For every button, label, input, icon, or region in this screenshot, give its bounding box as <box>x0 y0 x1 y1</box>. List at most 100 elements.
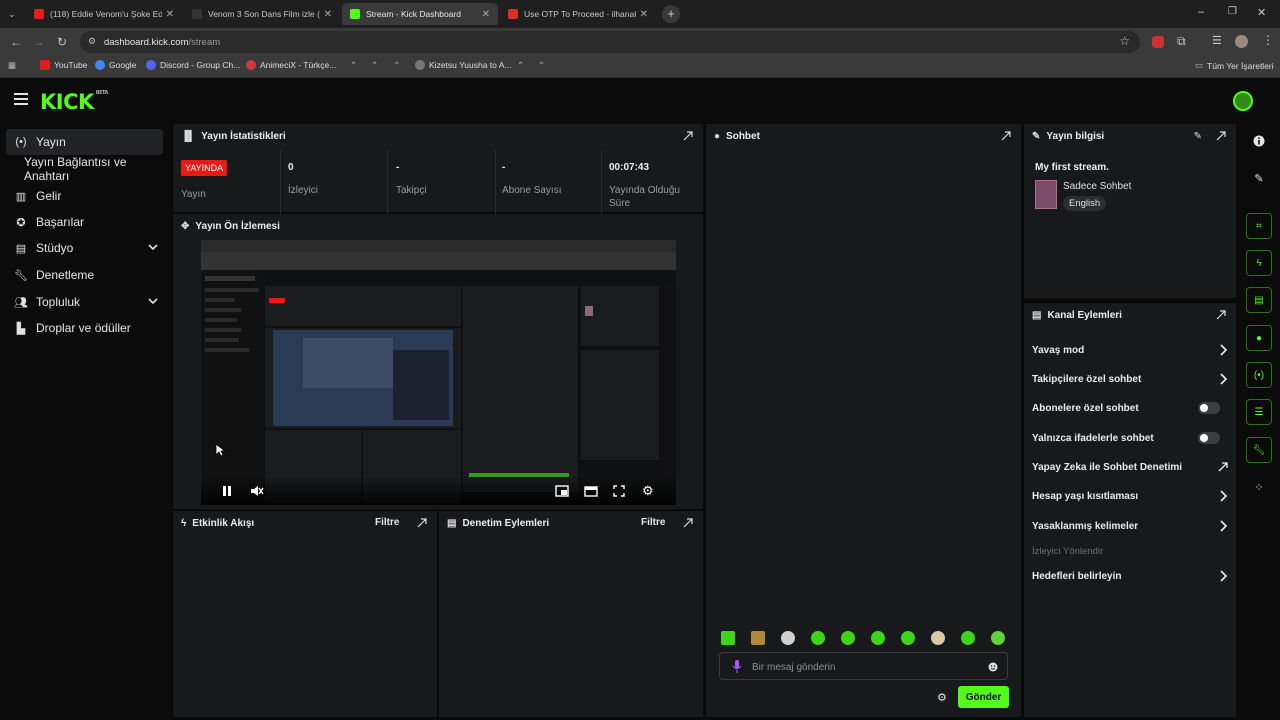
bookmark-site-icon[interactable]: ⌃ <box>538 60 545 71</box>
emote-only-toggle[interactable] <box>1198 432 1220 444</box>
apps-grid-icon[interactable]: ▦ <box>8 60 16 71</box>
panel-header: ✎ Yayın bilgisi <box>1032 130 1105 142</box>
emote-icon[interactable] <box>781 631 795 645</box>
close-tab-icon[interactable]: ✕ <box>324 9 332 20</box>
sidebar-item-yayin[interactable]: (•) Yayın <box>6 129 163 155</box>
sidebar-item-denetleme[interactable]: 🔧︎ Denetleme <box>6 262 163 288</box>
emote-icon[interactable] <box>871 631 885 645</box>
sidebar-item-basarilar[interactable]: ✪ Başarılar <box>6 209 163 235</box>
stream-preview-video[interactable]: ⚙ <box>201 240 676 505</box>
rail-wrench-icon[interactable]: 🔧︎ <box>1246 437 1272 463</box>
expand-icon[interactable] <box>1001 131 1011 141</box>
sidebar-item-stream-key[interactable]: Yayın Bağlantısı ve Anahtarı <box>6 155 163 183</box>
emote-icon[interactable] <box>901 631 915 645</box>
chat-message-input[interactable] <box>752 659 972 675</box>
edit-pencil-icon[interactable]: ✎ <box>1194 131 1202 142</box>
sidebar-item-studyo[interactable]: ▤ Stüdyo <box>6 235 163 261</box>
pause-icon[interactable] <box>221 485 233 497</box>
action-banned-words[interactable]: Yasaklanmış kelimeler <box>1032 517 1228 535</box>
emote-icon[interactable] <box>841 631 855 645</box>
emote-icon[interactable] <box>721 631 735 645</box>
extension-icon[interactable] <box>1152 36 1164 48</box>
rail-lightning-icon[interactable]: ϟ <box>1246 250 1272 276</box>
expand-icon[interactable] <box>683 131 693 141</box>
forward-icon[interactable]: → <box>33 35 45 49</box>
bookmark-site-icon[interactable]: ⌃ <box>393 60 400 71</box>
expand-icon[interactable] <box>1216 131 1226 141</box>
emote-icon[interactable] <box>931 631 945 645</box>
rail-document-icon[interactable]: ▤ <box>1246 287 1272 313</box>
browser-tab[interactable]: Venom 3 Son Dans Film izle (20... ✕ <box>184 3 340 25</box>
action-subscribers-only[interactable]: Abonelere özel sohbet <box>1032 399 1228 417</box>
new-tab-icon[interactable]: + <box>662 5 680 23</box>
maximize-icon[interactable]: ❐ <box>1228 6 1237 17</box>
kick-logo[interactable]: KICK BETA <box>40 90 108 114</box>
chat-settings-gear-icon[interactable]: ⚙ <box>937 691 947 704</box>
rail-apps-icon[interactable]: ⁘ <box>1246 474 1272 500</box>
bookmark-youtube[interactable]: YouTube <box>40 60 87 70</box>
bookmark-kizetsu[interactable]: Kizetsu Yuusha to A... <box>415 60 512 70</box>
all-bookmarks-folder[interactable]: ▭ Tüm Yer İşaretleri <box>1195 60 1274 71</box>
reload-icon[interactable]: ↻ <box>57 35 67 49</box>
emote-icon[interactable] <box>811 631 825 645</box>
emoji-icon[interactable] <box>988 662 998 672</box>
expand-icon[interactable] <box>683 518 693 528</box>
extensions-puzzle-icon[interactable]: ⧉ <box>1177 34 1186 49</box>
bookmark-star-icon[interactable]: ☆ <box>1119 34 1130 48</box>
filter-button[interactable]: Filtre <box>641 517 665 528</box>
rail-server-icon[interactable]: ☰ <box>1246 399 1272 425</box>
subscribers-only-toggle[interactable] <box>1198 402 1220 414</box>
emote-icon[interactable] <box>751 631 765 645</box>
action-account-age[interactable]: Hesap yaşı kısıtlaması <box>1032 487 1228 505</box>
hamburger-menu-icon[interactable] <box>14 93 28 105</box>
close-tab-icon[interactable]: ✕ <box>166 9 174 20</box>
sidebar-item-gelir[interactable]: ▥ Gelir <box>6 183 163 209</box>
reading-list-icon[interactable]: ☰ <box>1212 34 1222 47</box>
sidebar-item-droplar[interactable]: ▙ Droplar ve ödüller <box>6 315 163 341</box>
more-menu-icon[interactable]: ⋮ <box>1262 33 1274 47</box>
rail-scan-icon[interactable]: ⌗ <box>1246 213 1272 239</box>
microphone-icon[interactable] <box>732 660 742 673</box>
picture-in-picture-icon[interactable] <box>555 485 569 497</box>
info-icon[interactable] <box>1246 128 1272 154</box>
expand-icon[interactable] <box>417 518 427 528</box>
send-message-button[interactable]: Gönder <box>958 686 1009 708</box>
expand-icon[interactable] <box>1216 310 1226 320</box>
close-tab-icon[interactable]: ✕ <box>482 9 490 20</box>
channel-actions-panel: ▤ Kanal Eylemleri Yavaş mod Takipçilere ö… <box>1024 303 1236 717</box>
bookmark-discord[interactable]: Discord - Group Ch... <box>146 60 240 70</box>
action-slow-mode[interactable]: Yavaş mod <box>1032 341 1228 359</box>
browser-tab[interactable]: Use OTP To Proceed - ilhanakk... ✕ <box>500 3 656 25</box>
edit-pencil-icon[interactable]: ✎ <box>1246 165 1272 191</box>
profile-avatar-icon[interactable] <box>1235 35 1248 48</box>
action-followers-only[interactable]: Takipçilere özel sohbet <box>1032 370 1228 388</box>
filter-button[interactable]: Filtre <box>375 517 399 528</box>
fullscreen-icon[interactable] <box>613 485 625 497</box>
emote-icon[interactable] <box>991 631 1005 645</box>
bookmark-site-icon[interactable]: ⌃ <box>350 60 357 71</box>
back-icon[interactable]: ← <box>10 35 22 49</box>
close-window-icon[interactable]: ✕ <box>1257 6 1266 19</box>
address-input[interactable]: ⚙ dashboard.kick.com/stream ☆ <box>80 31 1140 53</box>
close-tab-icon[interactable]: ✕ <box>640 9 648 20</box>
action-emote-only[interactable]: Yalnızca ifadelerle sohbet <box>1032 429 1228 447</box>
mute-icon[interactable] <box>250 485 264 497</box>
bookmark-site-icon[interactable]: ⌃ <box>517 60 524 71</box>
settings-gear-icon[interactable]: ⚙ <box>642 484 656 498</box>
minimize-icon[interactable]: – <box>1198 6 1204 18</box>
browser-tab[interactable]: (118) Eddie Venom'u Şoke Ediy... ✕ <box>26 3 182 25</box>
rail-chat-icon[interactable]: ● <box>1246 325 1272 351</box>
bookmark-site-icon[interactable]: ⌃ <box>371 60 378 71</box>
emote-icon[interactable] <box>961 631 975 645</box>
sidebar-item-topluluk[interactable]: 👥︎ Topluluk <box>6 289 163 315</box>
user-avatar[interactable] <box>1233 91 1253 111</box>
tab-search-icon[interactable]: ⌄ <box>8 7 16 21</box>
action-ai-moderation[interactable]: Yapay Zeka ile Sohbet Denetimi <box>1032 458 1228 476</box>
site-info-icon[interactable]: ⚙ <box>88 36 96 47</box>
rail-broadcast-icon[interactable]: (•) <box>1246 362 1272 388</box>
bookmark-animecix[interactable]: AnimeciX - Türkçe... <box>246 60 336 70</box>
theater-mode-icon[interactable] <box>584 485 598 497</box>
bookmark-google[interactable]: Google <box>95 60 136 70</box>
browser-tab-active[interactable]: Stream - Kick Dashboard ✕ <box>342 3 498 25</box>
action-set-targets[interactable]: Hedefleri belirleyin <box>1032 567 1228 585</box>
